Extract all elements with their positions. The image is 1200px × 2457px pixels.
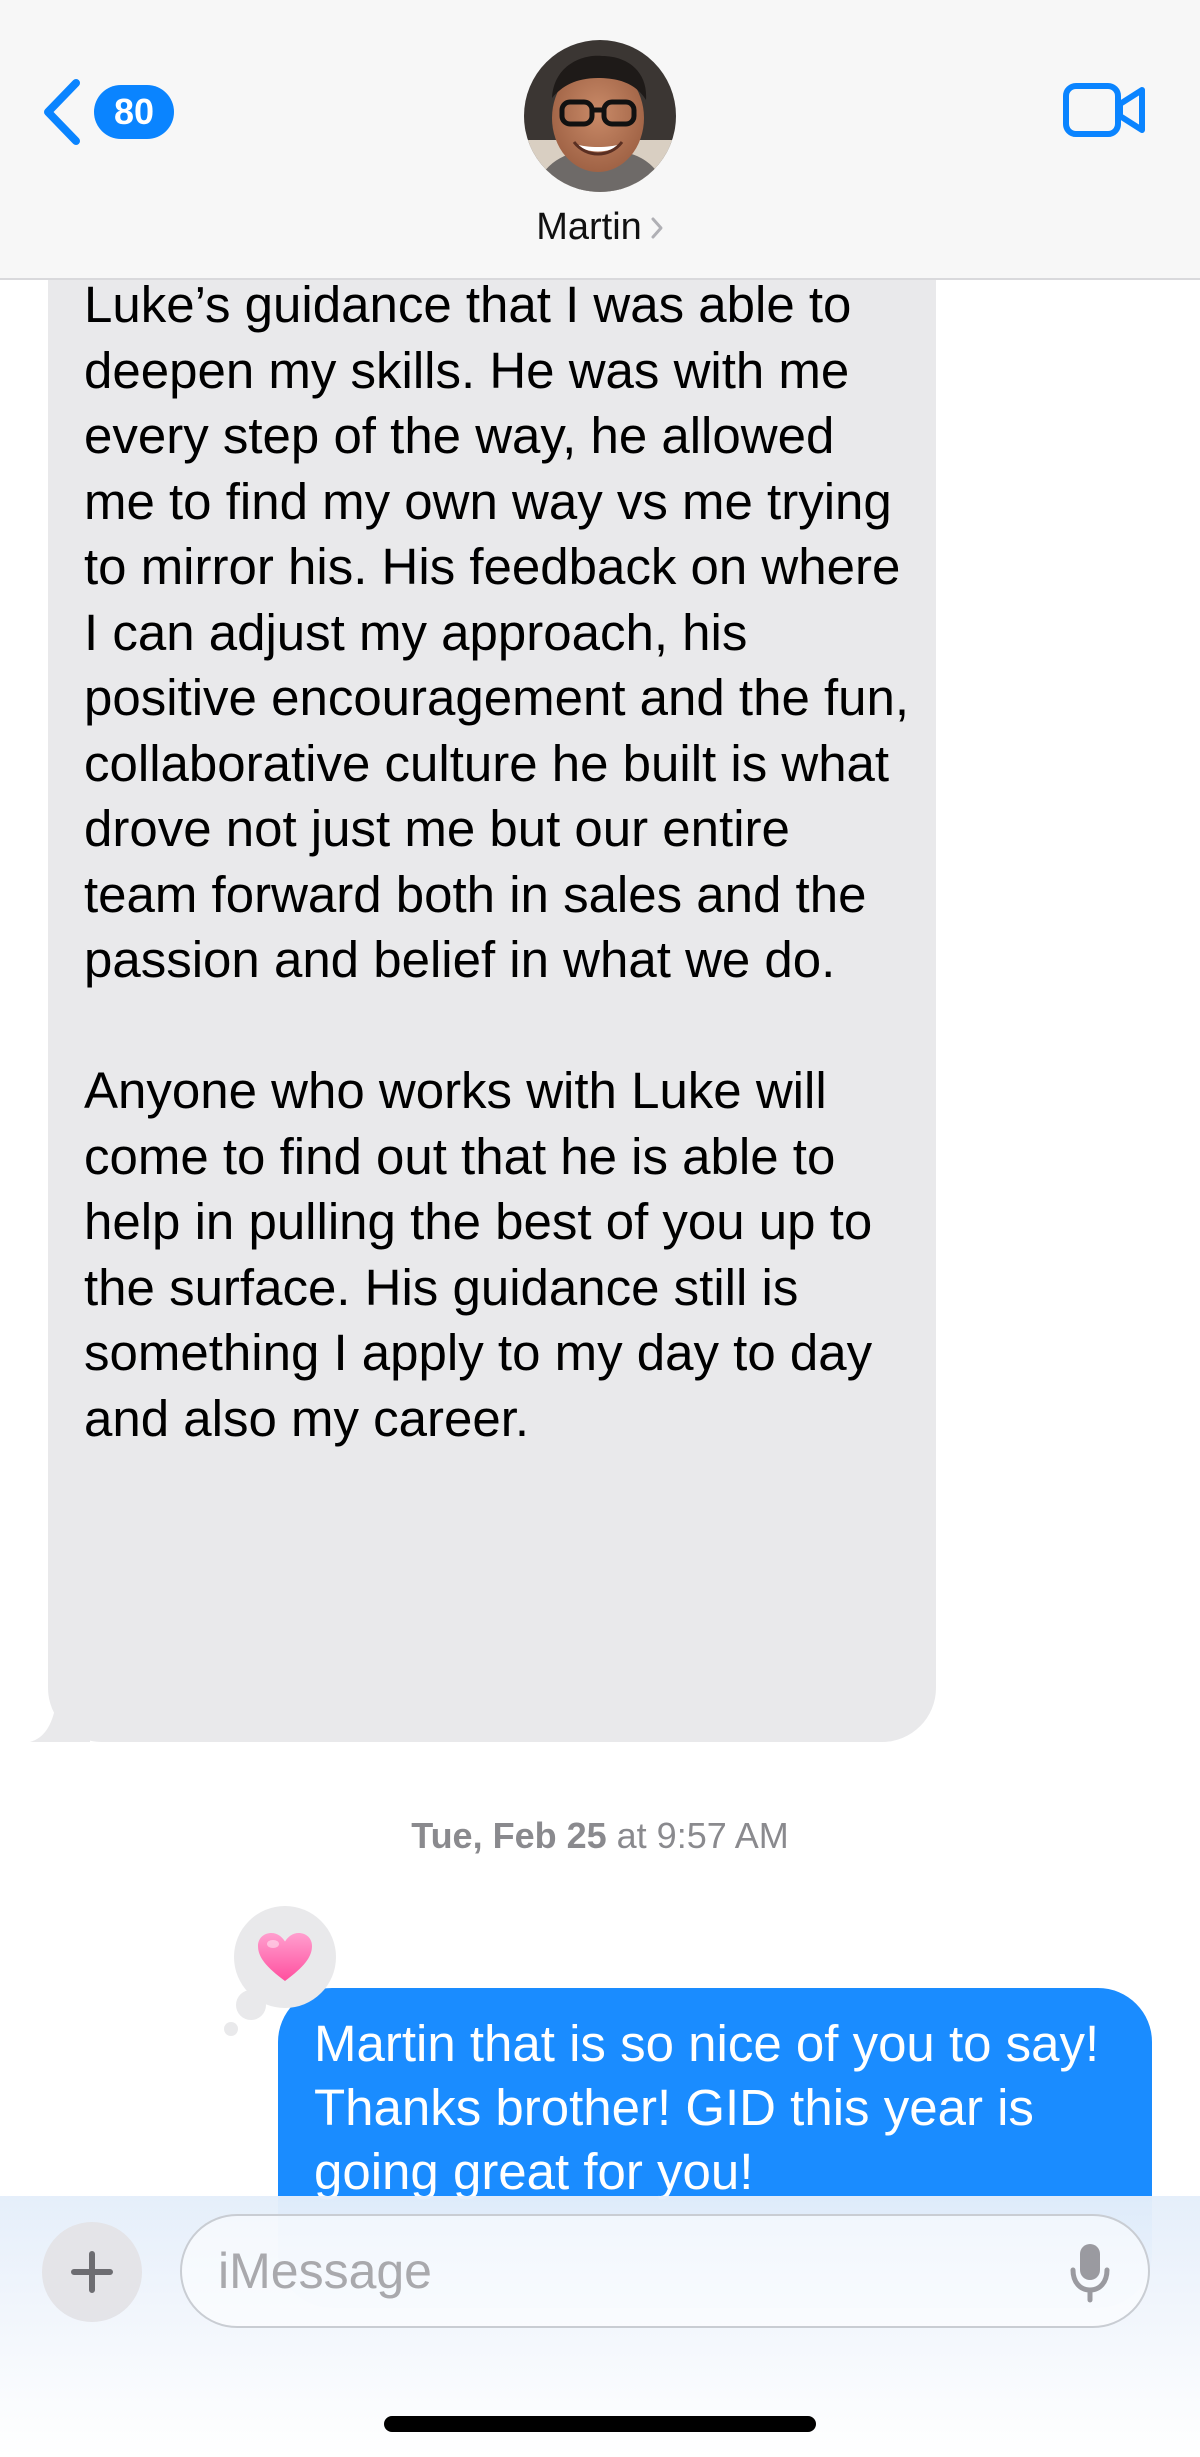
timestamp-day: Tue, Feb 25 (411, 1815, 607, 1856)
facetime-video-button[interactable] (1062, 80, 1146, 145)
unread-count-badge: 80 (94, 85, 174, 139)
contact-name-row: Martin (536, 206, 664, 249)
chevron-right-icon (651, 217, 663, 238)
conversation-header: 80 Martin (0, 0, 1200, 280)
message-timestamp: Tue, Feb 25 at 9:57 AM (0, 1815, 1200, 1857)
messages-screen: Luke’s guidance that I was able to deepe… (0, 0, 1200, 2457)
outgoing-message-text: Martin that is so nice of you to say! Th… (314, 2015, 1100, 2200)
message-field[interactable] (180, 2214, 1150, 2328)
heart-icon (258, 1933, 312, 1981)
incoming-bubble-tail (30, 1682, 90, 1742)
contact-name: Martin (536, 206, 642, 248)
dictation-button[interactable] (1070, 2242, 1110, 2309)
apps-plus-button[interactable] (42, 2222, 142, 2322)
timestamp-time: at 9:57 AM (606, 1815, 789, 1856)
tapback-tail-dot (224, 2022, 238, 2036)
home-indicator[interactable] (384, 2416, 816, 2432)
back-button[interactable]: 80 (40, 72, 174, 152)
avatar (524, 40, 676, 192)
message-input[interactable] (218, 2230, 1018, 2312)
plus-icon (71, 2251, 113, 2293)
tapback-tail-dot (236, 1990, 266, 2020)
incoming-message-paragraph: Anyone who works with Luke will come to … (84, 1062, 873, 1447)
incoming-message-text: Luke’s guidance that I was able to deepe… (84, 272, 916, 1451)
chevron-left-icon (44, 79, 80, 145)
microphone-icon (1070, 2244, 1110, 2303)
contact-details-button[interactable]: Martin (450, 40, 750, 249)
incoming-message-paragraph: Luke’s guidance that I was able to deepe… (84, 276, 910, 988)
video-camera-icon (1063, 83, 1145, 137)
